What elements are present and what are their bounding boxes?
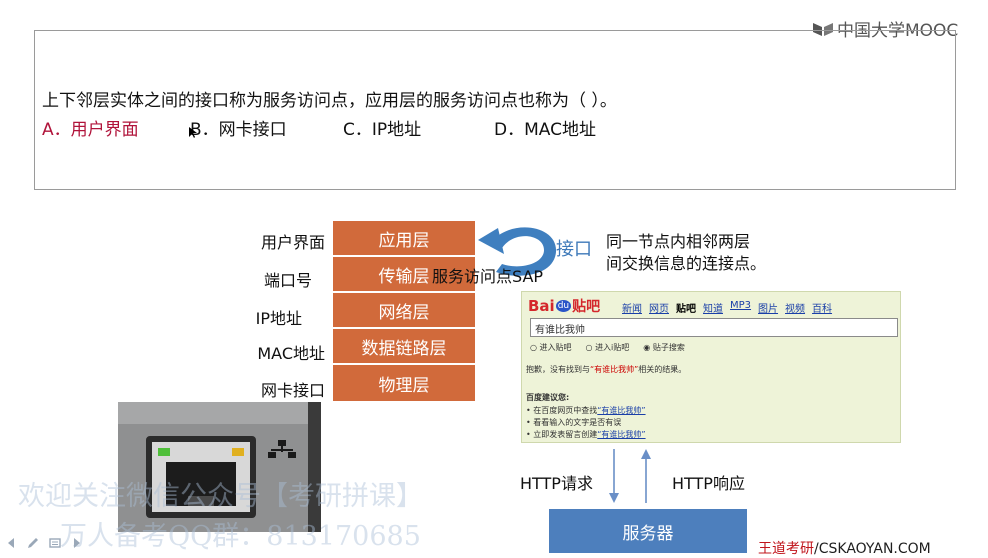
baidu-suggest-title: 百度建议您: <box>526 393 570 402</box>
baidu-nav-tieba[interactable]: 贴吧 <box>676 300 696 315</box>
option-b[interactable]: B．网卡接口 <box>190 115 287 140</box>
label-mac: MAC地址 <box>257 344 325 363</box>
baidu-logo-text: Bai <box>528 297 555 315</box>
server-box: 服务器 <box>549 509 747 553</box>
suggest-1-link[interactable]: “有谁比我帅” <box>597 406 645 415</box>
no-result-suffix: 相关的结果。 <box>638 365 687 374</box>
radio-post-search[interactable]: ◉ 贴子搜索 <box>643 342 685 353</box>
baidu-nav: 新闻 网页 贴吧 知道 MP3 图片 视频 百科 <box>622 300 832 315</box>
baidu-radio-group: ○ 进入贴吧 ○ 进入i贴吧 ◉ 贴子搜索 <box>530 342 685 353</box>
option-d[interactable]: D．MAC地址 <box>494 115 596 140</box>
http-request-arrow-icon <box>609 449 619 503</box>
menu-icon[interactable] <box>48 536 62 550</box>
label-port: 端口号 <box>263 271 312 290</box>
layer-physical: 物理层 <box>333 365 475 403</box>
watermark-line-2: 万人备考QQ群：813170685 <box>60 521 421 552</box>
baidu-suggest-list: • 在百度网页中查找“有谁比我帅” • 看看输入的文字是否有误 • 立即发表留言… <box>526 405 646 441</box>
next-slide-icon[interactable] <box>70 536 84 550</box>
baidu-nav-baike[interactable]: 百科 <box>812 300 832 315</box>
radio-enter-itieba[interactable]: ○ 进入i贴吧 <box>586 342 630 353</box>
radio-enter-tieba[interactable]: ○ 进入贴吧 <box>530 342 572 353</box>
baidu-paw-icon: du <box>555 300 572 312</box>
baidu-tieba-screenshot: Bai du 贴吧 新闻 网页 贴吧 知道 MP3 图片 视频 百科 有谁比我帅… <box>521 291 901 443</box>
http-response-arrow-icon <box>641 449 651 503</box>
suggest-item: • 看看输入的文字是否有误 <box>526 418 622 427</box>
no-result-keyword: “有谁比我帅” <box>590 365 639 374</box>
radio-enter-tieba-label: 进入贴吧 <box>539 343 572 352</box>
layer-network: 网络层 <box>333 293 475 329</box>
option-c[interactable]: C．IP地址 <box>343 115 421 140</box>
label-nic: 网卡接口 <box>260 381 325 400</box>
suggest-3-link[interactable]: “有谁比我帅” <box>597 430 645 439</box>
interface-description: 同一节点内相邻两层 间交换信息的连接点。 <box>606 231 766 275</box>
layer-application: 应用层 <box>333 221 475 257</box>
label-user-interface: 用户界面 <box>260 233 325 252</box>
layer-datalink: 数据链路层 <box>333 329 475 365</box>
footer-brand: 王道考研/CSKAOYAN.COM <box>758 538 931 558</box>
interface-desc-line-2: 间交换信息的连接点。 <box>606 254 767 273</box>
baidu-nav-video[interactable]: 视频 <box>785 300 805 315</box>
baidu-tieba-text: 贴吧 <box>572 299 601 315</box>
baidu-no-result: 抱歉，没有找到与“有谁比我帅”相关的结果。 <box>526 364 686 375</box>
baidu-nav-mp3[interactable]: MP3 <box>730 300 751 315</box>
baidu-nav-images[interactable]: 图片 <box>758 300 778 315</box>
baidu-search-input[interactable]: 有谁比我帅 <box>530 318 898 337</box>
suggest-2-text: 看看输入的文字是否有误 <box>533 418 622 427</box>
baidu-nav-news[interactable]: 新闻 <box>622 300 642 315</box>
pen-icon[interactable] <box>26 536 40 550</box>
prev-slide-icon[interactable] <box>4 536 18 550</box>
question-text: 上下邻层实体之间的接口称为服务访问点，应用层的服务访问点也称为（ ）。 <box>42 91 617 111</box>
suggest-item: • 在百度网页中查找“有谁比我帅” <box>526 406 646 415</box>
suggest-1-prefix: 在百度网页中查找 <box>533 406 598 415</box>
suggest-item: • 立即发表留言创建“有谁比我帅” <box>526 430 646 439</box>
http-response-label: HTTP响应 <box>672 474 745 493</box>
interface-desc-line-1: 同一节点内相邻两层 <box>606 232 751 251</box>
interface-label: 接口 <box>556 239 592 260</box>
radio-enter-itieba-label: 进入i贴吧 <box>595 343 630 352</box>
label-ip: IP地址 <box>255 309 302 328</box>
slide-toolbar <box>4 536 84 550</box>
http-request-label: HTTP请求 <box>520 474 593 493</box>
sap-label: 服务访问点SAP <box>432 267 544 286</box>
http-arrows <box>609 449 651 503</box>
option-a[interactable]: A．用户界面 <box>42 115 139 140</box>
footer-brand-cn: 王道考研 <box>758 541 814 557</box>
no-result-prefix: 抱歉，没有找到与 <box>526 365 590 374</box>
baidu-nav-web[interactable]: 网页 <box>649 300 669 315</box>
suggest-3-prefix: 立即发表留言创建 <box>533 430 598 439</box>
footer-brand-url: /CSKAOYAN.COM <box>814 541 931 557</box>
mouse-cursor-icon <box>189 127 197 143</box>
watermark-line-1: 欢迎关注微信公众号【考研拼课】 <box>18 481 423 512</box>
baidu-logo: Bai du 贴吧 <box>528 296 600 316</box>
baidu-nav-zhidao[interactable]: 知道 <box>703 300 723 315</box>
radio-post-search-label: 贴子搜索 <box>652 343 685 352</box>
